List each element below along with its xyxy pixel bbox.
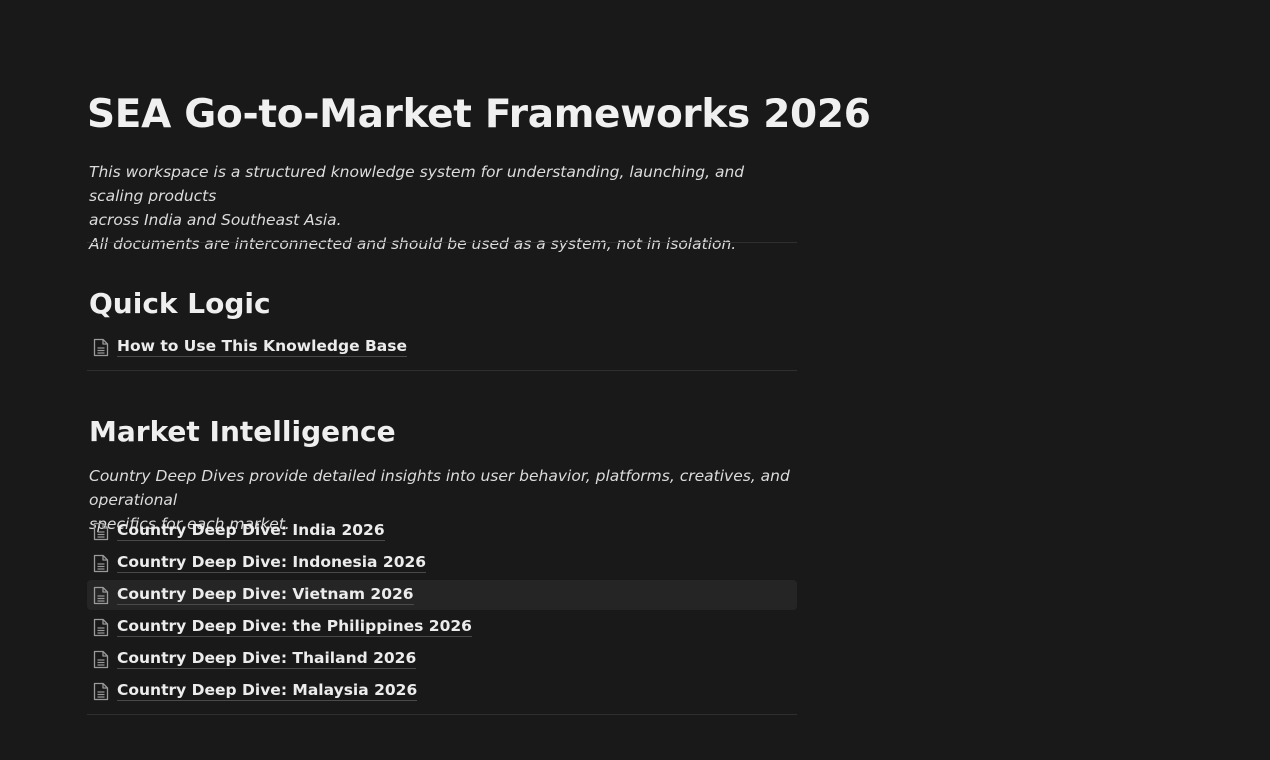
page-link-india[interactable]: Country Deep Dive: India 2026	[87, 516, 797, 546]
page-link-label: Country Deep Dive: the Philippines 2026	[117, 617, 472, 637]
page-icon	[91, 680, 111, 702]
section-heading-market-intelligence[interactable]: Market Intelligence	[89, 415, 396, 448]
page-link-label: Country Deep Dive: Vietnam 2026	[117, 585, 414, 605]
page-link-malaysia[interactable]: Country Deep Dive: Malaysia 2026	[87, 676, 797, 706]
divider	[87, 714, 797, 715]
page-link-how-to-use[interactable]: How to Use This Knowledge Base	[87, 332, 797, 362]
page-link-philippines[interactable]: Country Deep Dive: the Philippines 2026	[87, 612, 797, 642]
intro-line: across India and Southeast Asia.	[89, 211, 342, 229]
page-icon	[91, 552, 111, 574]
page-link-label: Country Deep Dive: Thailand 2026	[117, 649, 417, 669]
section-heading-quick-logic[interactable]: Quick Logic	[89, 287, 271, 320]
page-link-label: Country Deep Dive: India 2026	[117, 521, 385, 541]
page-link-label: Country Deep Dive: Malaysia 2026	[117, 681, 418, 701]
page-icon	[91, 520, 111, 542]
page-link-thailand[interactable]: Country Deep Dive: Thailand 2026	[87, 644, 797, 674]
divider	[87, 370, 797, 371]
page-title[interactable]: SEA Go-to-Market Frameworks 2026	[87, 92, 871, 137]
page-icon	[91, 336, 111, 358]
page-icon	[91, 616, 111, 638]
page-link-label: Country Deep Dive: Indonesia 2026	[117, 553, 427, 573]
page-link-indonesia[interactable]: Country Deep Dive: Indonesia 2026	[87, 548, 797, 578]
page-link-vietnam[interactable]: Country Deep Dive: Vietnam 2026	[87, 580, 797, 610]
description-line: Country Deep Dives provide detailed insi…	[89, 467, 790, 509]
divider	[87, 242, 797, 243]
page-icon	[91, 648, 111, 670]
page-icon	[91, 584, 111, 606]
intro-line: This workspace is a structured knowledge…	[89, 163, 745, 205]
page-link-label: How to Use This Knowledge Base	[117, 337, 408, 357]
intro-line: All documents are interconnected and sho…	[89, 235, 737, 253]
